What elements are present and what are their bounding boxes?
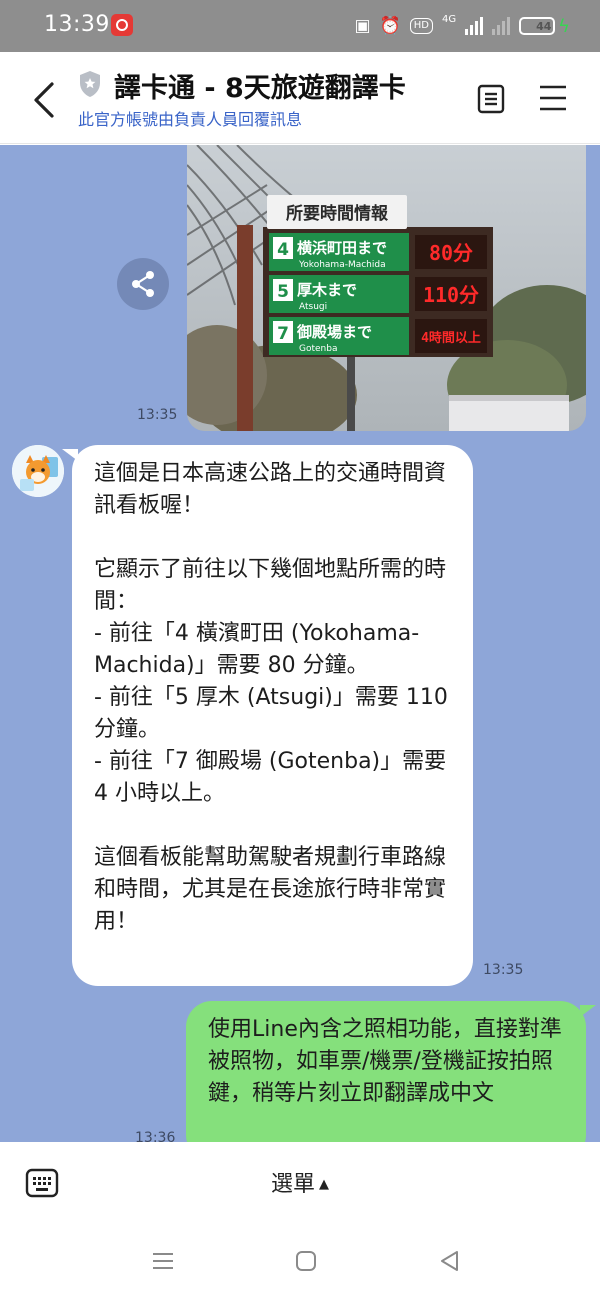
sign-row-2: 5 厚木まで Atsugi 110分 bbox=[269, 275, 487, 313]
sign-row-romaji: Yokohama-Machida bbox=[298, 260, 386, 270]
sign-row-romaji: Atsugi bbox=[299, 302, 327, 312]
back-nav-icon[interactable] bbox=[438, 1250, 460, 1272]
notes-icon[interactable] bbox=[476, 84, 506, 114]
home-icon[interactable] bbox=[295, 1250, 317, 1272]
sign-row-name: 厚木まで bbox=[297, 281, 357, 299]
hd-icon: HD bbox=[409, 18, 433, 34]
shield-icon bbox=[80, 71, 100, 97]
sign-row-romaji: Gotenba bbox=[299, 344, 337, 354]
bot-message-bubble[interactable]: 這個是日本高速公路上的交通時間資訊看板喔！ 它顯示了前往以下幾個地點所需的時間：… bbox=[62, 445, 473, 986]
bot-avatar[interactable] bbox=[12, 445, 64, 497]
message-time: 13:35 bbox=[137, 407, 178, 423]
sign-photo: 所要時間情報 4 横浜町田まで Yokohama-Machida 80分 5 厚… bbox=[187, 145, 586, 431]
user-message-bubble[interactable]: 使用Line內含之照相功能，直接對準被照物，如車票/機票/登機証按拍照鍵，稍等片… bbox=[186, 1001, 596, 1142]
nfc-icon: ▣ bbox=[354, 16, 371, 36]
back-icon[interactable] bbox=[30, 80, 58, 120]
official-account-note[interactable]: 此官方帳號由負責人員回覆訊息 bbox=[78, 106, 302, 130]
sign-row-time: 4時間以上 bbox=[421, 330, 481, 346]
message-paragraph: 這個看板能幫助駕駛者規劃行車路線和時間，尤其是在長途旅行時非常實用！ bbox=[94, 845, 447, 934]
sign-row-number: 4 bbox=[277, 240, 289, 260]
alarm-icon: ⏰ bbox=[379, 16, 401, 36]
hamburger-menu-icon[interactable] bbox=[538, 84, 568, 112]
message-time: 13:35 bbox=[483, 962, 524, 978]
sign-row-3: 7 御殿場まで Gotenba 4時間以上 bbox=[269, 317, 487, 355]
sign-row-time: 110分 bbox=[423, 283, 479, 307]
sign-row-name: 御殿場まで bbox=[296, 323, 372, 341]
status-time: 13:39 bbox=[44, 12, 110, 37]
fox-mascot-icon bbox=[12, 445, 64, 497]
signal-icon bbox=[465, 17, 484, 35]
status-bar: 13:39 ▣ ⏰ HD 4G 44 ϟ bbox=[0, 0, 600, 52]
message-text: 使用Line內含之照相功能，直接對準被照物，如車票/機票/登機証按拍照鍵，稍等片… bbox=[208, 1017, 562, 1106]
chat-title: 譯卡通 - 8天旅遊翻譯卡 bbox=[114, 73, 406, 104]
battery-icon: 44 bbox=[519, 17, 556, 35]
status-icons: ▣ ⏰ HD 4G 44 ϟ bbox=[355, 13, 570, 39]
sign-row-number: 5 bbox=[277, 282, 289, 302]
recent-apps-icon[interactable] bbox=[152, 1250, 174, 1272]
app-notification-icon bbox=[111, 14, 133, 36]
signal-icon-secondary bbox=[492, 17, 511, 35]
rich-menu-toggle[interactable]: 選單 ▲ bbox=[0, 1166, 600, 1198]
battery-level-text: 44 bbox=[536, 19, 552, 33]
photo-message[interactable]: 所要時間情報 4 横浜町田まで Yokohama-Machida 80分 5 厚… bbox=[187, 145, 586, 431]
bottom-bar: 選單 ▲ bbox=[0, 1142, 600, 1222]
sign-row-name: 横浜町田まで bbox=[297, 239, 387, 257]
network-type: 4G bbox=[442, 14, 457, 25]
menu-label: 選單 bbox=[270, 1172, 315, 1197]
message-time: 13:36 bbox=[135, 1130, 176, 1142]
sign-heading: 所要時間情報 bbox=[286, 203, 389, 224]
sign-row-1: 4 横浜町田まで Yokohama-Machida 80分 bbox=[269, 233, 487, 271]
caret-up-icon: ▲ bbox=[319, 1177, 329, 1192]
message-paragraph: 它顯示了前往以下幾個地點所需的時間： - 前往「4 橫濱町田 (Yokohama… bbox=[94, 557, 448, 806]
sign-row-number: 7 bbox=[277, 324, 289, 344]
share-button[interactable] bbox=[117, 258, 169, 310]
message-paragraph: 這個是日本高速公路上的交通時間資訊看板喔！ bbox=[94, 461, 447, 518]
share-icon bbox=[132, 271, 154, 297]
charging-icon: ϟ bbox=[558, 15, 570, 37]
sign-row-time: 80分 bbox=[429, 241, 473, 265]
chat-area[interactable]: 所要時間情報 4 横浜町田まで Yokohama-Machida 80分 5 厚… bbox=[0, 145, 600, 1142]
chat-header: 譯卡通 - 8天旅遊翻譯卡 此官方帳號由負責人員回覆訊息 bbox=[0, 52, 600, 144]
system-nav-bar bbox=[0, 1222, 600, 1300]
